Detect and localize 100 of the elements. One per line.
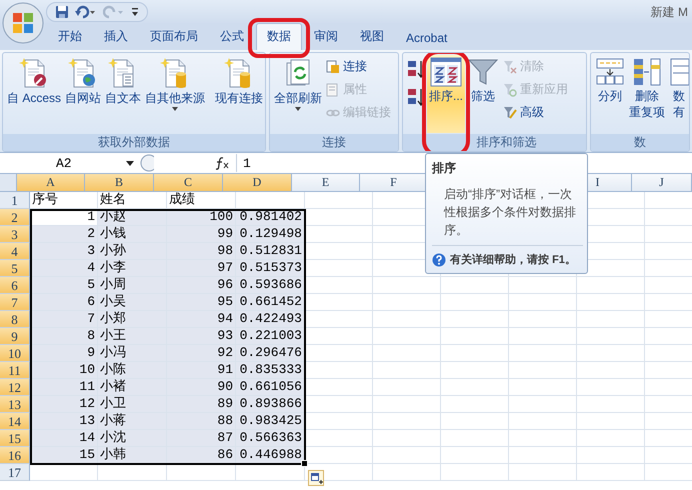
ribbon-button[interactable]: 自 Access <box>5 55 64 133</box>
ribbon-button[interactable]: 高级 <box>501 103 570 122</box>
table-cell: 0.422493 <box>236 311 305 328</box>
group-label: 排序和筛选 <box>403 134 586 151</box>
group-label: 数 <box>591 134 689 151</box>
ribbon-tab[interactable]: 开始 <box>48 24 92 50</box>
table-cell: 小卫 <box>98 396 167 413</box>
help-hint: 有关详细帮助，请按 F1。 <box>450 252 576 267</box>
formula-field[interactable]: 1 <box>237 156 251 170</box>
table-cell: 0.661452 <box>236 294 305 311</box>
window-title: 新建 M <box>650 4 689 20</box>
ribbon-button[interactable]: 删除 重复项 <box>627 55 667 133</box>
row-header[interactable]: 13 <box>0 396 30 413</box>
table-cell: 91 <box>167 362 236 379</box>
row-header[interactable]: 12 <box>0 379 30 396</box>
table-cell: 11 <box>30 379 98 396</box>
ribbon-button[interactable]: 自网站 <box>63 55 104 133</box>
table-cell: 94 <box>167 311 236 328</box>
table-cell: 0.512831 <box>236 243 305 260</box>
table-cell: 7 <box>30 311 98 328</box>
ribbon-tab[interactable]: 页面布局 <box>140 24 208 50</box>
table-cell: 12 <box>30 396 98 413</box>
table-cell: 5 <box>30 277 98 294</box>
row-header[interactable]: 14 <box>0 413 30 430</box>
ribbon-tab[interactable]: 插入 <box>94 24 138 50</box>
ribbon-button[interactable]: 排序... <box>427 55 466 133</box>
table-cell: 96 <box>167 277 236 294</box>
table-cell: 0.566363 <box>236 430 305 447</box>
ribbon-button[interactable]: 全部刷新 <box>272 55 324 133</box>
row-header[interactable]: 3 <box>0 226 30 243</box>
tooltip-title: 排序 <box>432 160 457 177</box>
ribbon-tab[interactable]: 公式 <box>210 24 254 50</box>
table-cell: 成绩 <box>167 192 236 209</box>
table-cell: 10 <box>30 362 98 379</box>
table-cell: 姓名 <box>98 192 167 209</box>
table-cell: 小吴 <box>98 294 167 311</box>
table-cell: 小钱 <box>98 226 167 243</box>
row-header[interactable]: 5 <box>0 260 30 277</box>
table-cell: 95 <box>167 294 236 311</box>
table-cell: 2 <box>30 226 98 243</box>
column-header[interactable]: J <box>632 174 692 192</box>
row-header[interactable]: 6 <box>0 277 30 294</box>
row-header[interactable]: 17 <box>0 464 30 481</box>
ribbon-button[interactable]: 数 有 <box>667 55 689 133</box>
column-header[interactable]: B <box>85 174 154 192</box>
row-header[interactable]: 9 <box>0 328 30 345</box>
name-box[interactable]: A2 <box>0 154 140 172</box>
table-cell: 90 <box>167 379 236 396</box>
table-cell: 0.446988 <box>236 447 305 464</box>
group-label: 获取外部数据 <box>3 134 265 151</box>
ribbon-button[interactable]: 现有连接 <box>213 55 265 133</box>
column-header[interactable]: E <box>292 174 360 192</box>
row-header[interactable]: 2 <box>0 209 30 226</box>
ribbon-tab[interactable]: 视图 <box>350 24 394 50</box>
column-header[interactable]: C <box>154 174 223 192</box>
row-header[interactable]: 1 <box>0 192 30 209</box>
table-cell: 98 <box>167 243 236 260</box>
column-header[interactable]: D <box>223 174 292 192</box>
table-cell: 小周 <box>98 277 167 294</box>
table-cell: 0.129498 <box>236 226 305 243</box>
ribbon-tab[interactable]: Acrobat <box>396 27 458 50</box>
table-cell: 93 <box>167 328 236 345</box>
table-cell: 4 <box>30 260 98 277</box>
table-cell: 小韩 <box>98 447 167 464</box>
column-header[interactable]: F <box>360 174 428 192</box>
ribbon-button[interactable]: 自文本 <box>103 55 144 133</box>
row-header[interactable]: 15 <box>0 430 30 447</box>
table-cell: 6 <box>30 294 98 311</box>
row-header[interactable]: 11 <box>0 362 30 379</box>
table-cell: 9 <box>30 345 98 362</box>
table-cell: 小褚 <box>98 379 167 396</box>
row-header[interactable]: 4 <box>0 243 30 260</box>
table-cell: 13 <box>30 413 98 430</box>
row-header[interactable]: 10 <box>0 345 30 362</box>
table-cell: 3 <box>30 243 98 260</box>
table-cell: 89 <box>167 396 236 413</box>
ribbon-button[interactable]: 筛选 <box>465 55 502 133</box>
table-cell: 97 <box>167 260 236 277</box>
column-header[interactable]: A <box>17 174 85 192</box>
table-cell: 88 <box>167 413 236 430</box>
table-cell: 0.593686 <box>236 277 305 294</box>
table-cell: 86 <box>167 447 236 464</box>
row-header[interactable]: 7 <box>0 294 30 311</box>
table-cell: 小蒋 <box>98 413 167 430</box>
table-cell: 8 <box>30 328 98 345</box>
table-cell: 0.835333 <box>236 362 305 379</box>
ribbon-tab[interactable]: 数据 <box>256 23 302 50</box>
row-header[interactable]: 16 <box>0 447 30 464</box>
table-cell: 14 <box>30 430 98 447</box>
table-cell: 小孙 <box>98 243 167 260</box>
row-header[interactable]: 8 <box>0 311 30 328</box>
table-cell: 小冯 <box>98 345 167 362</box>
table-cell: 小郑 <box>98 311 167 328</box>
ribbon-button[interactable]: 自其他来源 <box>143 55 208 133</box>
group-label: 连接 <box>270 134 398 151</box>
ribbon-tab[interactable]: 审阅 <box>304 24 348 50</box>
table-cell: 小李 <box>98 260 167 277</box>
ribbon-button[interactable]: 连接 <box>324 57 393 76</box>
table-cell: 0.296476 <box>236 345 305 362</box>
ribbon-button[interactable]: 分列 <box>593 55 627 133</box>
